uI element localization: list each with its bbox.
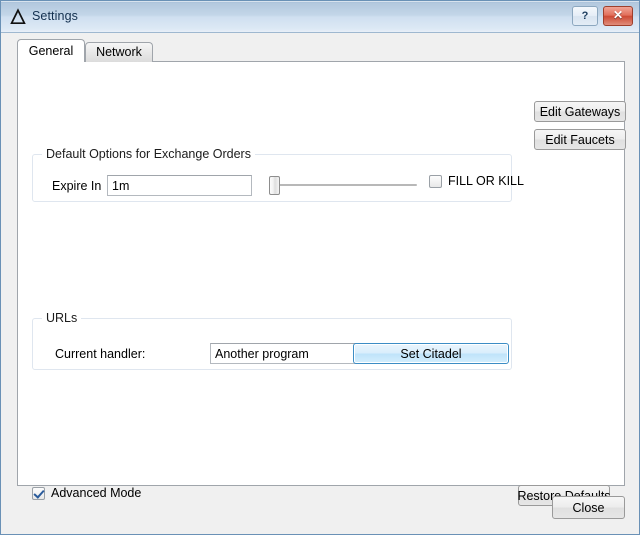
advanced-mode-checkbox-box[interactable] <box>32 486 45 500</box>
close-button[interactable]: Close <box>552 496 625 519</box>
help-button[interactable]: ? <box>572 6 598 26</box>
current-handler-label: Current handler: <box>55 347 146 361</box>
close-button-label: Close <box>572 500 605 515</box>
edit-gateways-label: Edit Gateways <box>539 104 621 119</box>
expire-in-label: Expire In <box>52 179 102 193</box>
tab-strip: General Network <box>17 39 625 62</box>
expire-in-input[interactable] <box>107 175 252 196</box>
fill-or-kill-checkbox-box[interactable] <box>429 174 442 188</box>
slider-handle[interactable] <box>269 176 280 195</box>
window-title: Settings <box>32 9 78 23</box>
expire-in-slider[interactable] <box>269 173 417 197</box>
set-citadel-label: Set Citadel <box>400 346 462 361</box>
fill-or-kill-checkbox[interactable]: FILL OR KILL <box>429 174 524 188</box>
fill-or-kill-label: FILL OR KILL <box>448 174 524 188</box>
settings-dialog-window: Settings ? ✕ General Network Edit Gatewa… <box>0 0 640 535</box>
edit-faucets-button[interactable]: Edit Faucets <box>534 129 626 150</box>
set-citadel-button[interactable]: Set Citadel <box>353 343 509 364</box>
title-bar: Settings ? ✕ <box>1 1 639 33</box>
title-bar-highlight <box>1 1 639 2</box>
slider-track <box>278 184 417 186</box>
tab-general[interactable]: General <box>17 39 85 62</box>
current-handler-input[interactable] <box>210 343 364 364</box>
default-options-group-title: Default Options for Exchange Orders <box>42 147 255 161</box>
help-icon: ? <box>581 9 589 22</box>
advanced-mode-checkbox[interactable]: Advanced Mode <box>32 486 141 500</box>
tab-network-label: Network <box>96 45 142 59</box>
close-icon: ✕ <box>612 8 624 22</box>
edit-faucets-label: Edit Faucets <box>545 132 615 147</box>
close-window-button[interactable]: ✕ <box>603 6 633 26</box>
tab-general-label: General <box>28 44 74 58</box>
dialog-body: General Network Edit Gateways Edit Fauce… <box>1 33 639 534</box>
delta-triangle-icon <box>9 8 27 26</box>
tab-panel-general: Edit Gateways Edit Faucets Default Optio… <box>17 61 626 506</box>
urls-group-title: URLs <box>42 311 82 325</box>
default-options-group: Default Options for Exchange Orders Expi… <box>32 147 524 202</box>
tab-network[interactable]: Network <box>85 42 153 62</box>
advanced-mode-label: Advanced Mode <box>51 486 142 500</box>
edit-gateways-button[interactable]: Edit Gateways <box>534 101 626 122</box>
